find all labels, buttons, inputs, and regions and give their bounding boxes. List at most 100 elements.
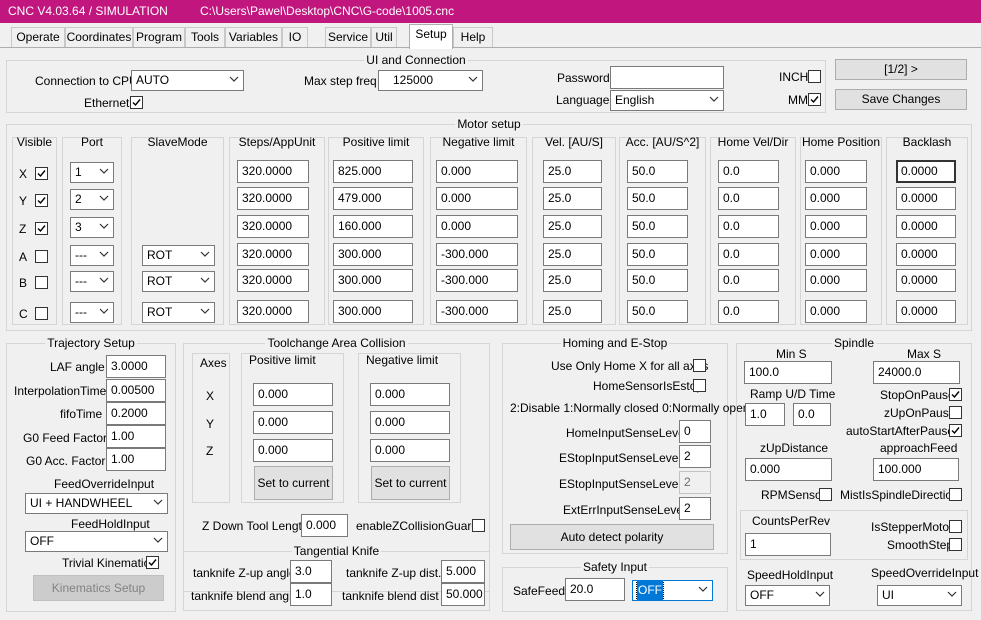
steps-input-c[interactable]: 320.0000 (237, 300, 309, 323)
laf-angle-input[interactable]: 3.0000 (106, 355, 166, 378)
vel-input-y[interactable]: 25.0 (543, 187, 602, 210)
save-changes-button[interactable]: Save Changes (835, 89, 967, 110)
tab-util[interactable]: Util (371, 27, 397, 48)
homevel-input-b[interactable]: 0.0 (718, 269, 779, 292)
poslim-input-z[interactable]: 160.000 (333, 215, 413, 238)
tab-io[interactable]: IO (282, 27, 308, 48)
tab-tools[interactable]: Tools (185, 27, 225, 48)
password-input[interactable] (610, 66, 724, 89)
steps-input-z[interactable]: 320.0000 (237, 215, 309, 238)
connection-select[interactable]: AUTO (131, 70, 244, 91)
homepos-input-y[interactable]: 0.000 (805, 187, 867, 210)
smooth-step-checkbox[interactable] (949, 538, 962, 551)
inch-checkbox[interactable] (808, 70, 821, 83)
slave-mode-select-a[interactable]: ROT (142, 245, 215, 266)
acc-input-z[interactable]: 50.0 (627, 215, 688, 238)
safety-mode-select[interactable]: OFF (632, 580, 713, 601)
estop1-input[interactable]: 2 (679, 445, 711, 468)
home-sense-input[interactable]: 0 (679, 420, 711, 443)
z-up-distance-input[interactable]: 0.000 (745, 458, 832, 481)
home-sensor-estop-checkbox[interactable] (693, 379, 706, 392)
toolchange-pos-x-input[interactable]: 0.000 (253, 383, 333, 406)
neglim-input-x[interactable]: 0.000 (436, 160, 518, 183)
neglim-input-b[interactable]: -300.000 (436, 269, 518, 292)
port-select-a[interactable]: --- (70, 245, 114, 266)
z-collision-guard-checkbox[interactable] (472, 519, 485, 532)
homepos-input-z[interactable]: 0.000 (805, 215, 867, 238)
tab-help[interactable]: Help (453, 27, 493, 48)
steps-input-a[interactable]: 320.0000 (237, 243, 309, 266)
ext-err-input[interactable]: 2 (679, 497, 711, 520)
counts-per-rev-input[interactable]: 1 (745, 533, 831, 556)
neglim-input-z[interactable]: 0.000 (436, 215, 518, 238)
stop-on-pause-checkbox[interactable] (949, 388, 962, 401)
neglim-input-c[interactable]: -300.000 (436, 300, 518, 323)
steps-input-x[interactable]: 320.0000 (237, 160, 309, 183)
backlash-input-z[interactable]: 0.0000 (896, 215, 956, 238)
poslim-input-c[interactable]: 300.000 (333, 300, 413, 323)
speed-override-select[interactable]: UI (877, 585, 962, 606)
backlash-input-b[interactable]: 0.0000 (896, 269, 956, 292)
trivial-kinematics-checkbox[interactable] (146, 556, 159, 569)
homepos-input-x[interactable]: 0.000 (805, 160, 867, 183)
vel-input-a[interactable]: 25.0 (543, 243, 602, 266)
toolchange-neg-z-input[interactable]: 0.000 (370, 439, 450, 462)
backlash-input-x[interactable]: 0.0000 (896, 160, 956, 183)
backlash-input-y[interactable]: 0.0000 (896, 187, 956, 210)
visible-checkbox-y[interactable] (35, 194, 48, 207)
fifo-time-input[interactable]: 0.2000 (106, 402, 166, 425)
z-down-tool-length-input[interactable]: 0.000 (301, 514, 348, 537)
ramp-up-input[interactable]: 1.0 (745, 403, 785, 426)
mm-checkbox[interactable] (808, 93, 821, 106)
slave-mode-select-c[interactable]: ROT (142, 302, 215, 323)
toolchange-pos-y-input[interactable]: 0.000 (253, 411, 333, 434)
poslim-input-a[interactable]: 300.000 (333, 243, 413, 266)
language-select[interactable]: English (610, 90, 724, 111)
tab-service[interactable]: Service (325, 27, 371, 48)
port-select-c[interactable]: --- (70, 302, 114, 323)
min-s-input[interactable]: 100.0 (744, 361, 832, 384)
ramp-down-input[interactable]: 0.0 (793, 403, 831, 426)
knife-zup-angle-input[interactable]: 3.0 (290, 560, 332, 583)
auto-detect-polarity-button[interactable]: Auto detect polarity (510, 524, 714, 550)
port-select-x[interactable]: 1 (70, 162, 114, 183)
homevel-input-y[interactable]: 0.0 (718, 187, 779, 210)
homevel-input-z[interactable]: 0.0 (718, 215, 779, 238)
acc-input-x[interactable]: 50.0 (627, 160, 688, 183)
steps-input-y[interactable]: 320.0000 (237, 187, 309, 210)
approach-feed-input[interactable]: 100.000 (873, 458, 959, 481)
safe-feed-input[interactable]: 20.0 (565, 578, 625, 601)
visible-checkbox-c[interactable] (35, 307, 48, 320)
toolchange-pos-z-input[interactable]: 0.000 (253, 439, 333, 462)
speed-hold-select[interactable]: OFF (745, 585, 830, 606)
page-next-button[interactable]: [1/2] > (835, 59, 967, 80)
interpolation-time-input[interactable]: 0.00500 (106, 379, 166, 402)
auto-start-checkbox[interactable] (949, 424, 962, 437)
g0-feed-input[interactable]: 1.00 (106, 425, 166, 448)
set-negative-current-button[interactable]: Set to current (371, 466, 450, 500)
visible-checkbox-z[interactable] (35, 222, 48, 235)
estop2-input[interactable]: 2 (679, 471, 711, 494)
homevel-input-x[interactable]: 0.0 (718, 160, 779, 183)
max-s-input[interactable]: 24000.0 (873, 361, 960, 384)
rpm-sensor-checkbox[interactable] (819, 488, 832, 501)
set-positive-current-button[interactable]: Set to current (254, 466, 333, 500)
backlash-input-c[interactable]: 0.0000 (896, 300, 956, 323)
only-home-x-checkbox[interactable] (693, 359, 706, 372)
vel-input-z[interactable]: 25.0 (543, 215, 602, 238)
acc-input-a[interactable]: 50.0 (627, 243, 688, 266)
ethernet-checkbox[interactable] (130, 96, 143, 109)
tab-variables[interactable]: Variables (225, 27, 282, 48)
slave-mode-select-b[interactable]: ROT (142, 271, 215, 292)
vel-input-x[interactable]: 25.0 (543, 160, 602, 183)
mist-direction-checkbox[interactable] (949, 488, 962, 501)
visible-checkbox-x[interactable] (35, 167, 48, 180)
g0-acc-input[interactable]: 1.00 (106, 448, 166, 471)
poslim-input-x[interactable]: 825.000 (333, 160, 413, 183)
homepos-input-b[interactable]: 0.000 (805, 269, 867, 292)
port-select-z[interactable]: 3 (70, 217, 114, 238)
feed-override-select[interactable]: UI + HANDWHEEL (25, 493, 168, 514)
tab-coordinates[interactable]: Coordinates (65, 27, 133, 48)
is-stepper-checkbox[interactable] (949, 520, 962, 533)
homepos-input-a[interactable]: 0.000 (805, 243, 867, 266)
